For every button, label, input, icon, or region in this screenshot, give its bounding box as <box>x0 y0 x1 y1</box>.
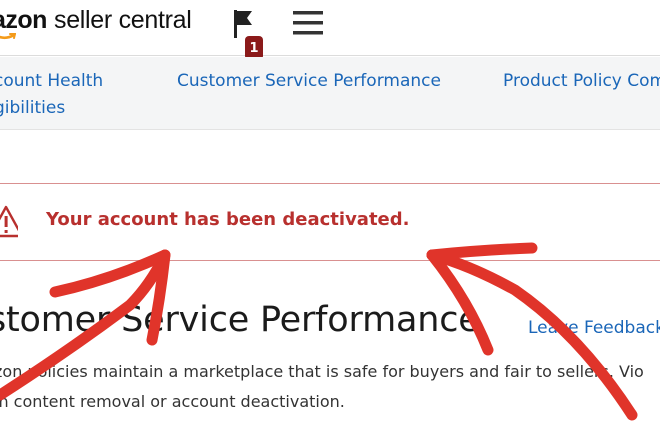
page-title: stomer Service Performance <box>0 300 480 340</box>
logo-product-text: seller central <box>54 6 192 34</box>
leave-feedback-link[interactable]: Leave Feedback <box>528 318 660 338</box>
deactivation-alert: Your account has been deactivated. <box>0 183 660 261</box>
performance-tabs: count Health gibilities Customer Service… <box>0 57 660 130</box>
tab-label: count Health <box>0 71 104 91</box>
notifications-button[interactable]: 1 <box>230 6 263 60</box>
warning-icon <box>0 205 18 238</box>
amazon-smile-icon <box>0 33 16 40</box>
tab-label: Customer Service Performance <box>177 71 441 91</box>
tab-product-policy-compliance[interactable]: Product Policy Com <box>503 68 660 95</box>
logo-brand-text: azon <box>0 6 47 34</box>
top-header: azon seller central 1 <box>0 0 660 60</box>
tab-account-health[interactable]: count Health gibilities <box>0 68 103 122</box>
tab-label-line2: gibilities <box>0 98 66 118</box>
hamburger-menu-button[interactable] <box>292 10 324 36</box>
alert-message: Your account has been deactivated. <box>46 209 410 230</box>
policy-description: zon policies maintain a marketplace that… <box>0 357 660 417</box>
description-line: in content removal or account deactivati… <box>0 392 345 411</box>
hamburger-icon <box>293 11 323 35</box>
tab-customer-service-performance[interactable]: Customer Service Performance <box>177 68 441 95</box>
description-line: zon policies maintain a marketplace that… <box>0 362 644 381</box>
tab-label: Product Policy Com <box>503 71 660 91</box>
